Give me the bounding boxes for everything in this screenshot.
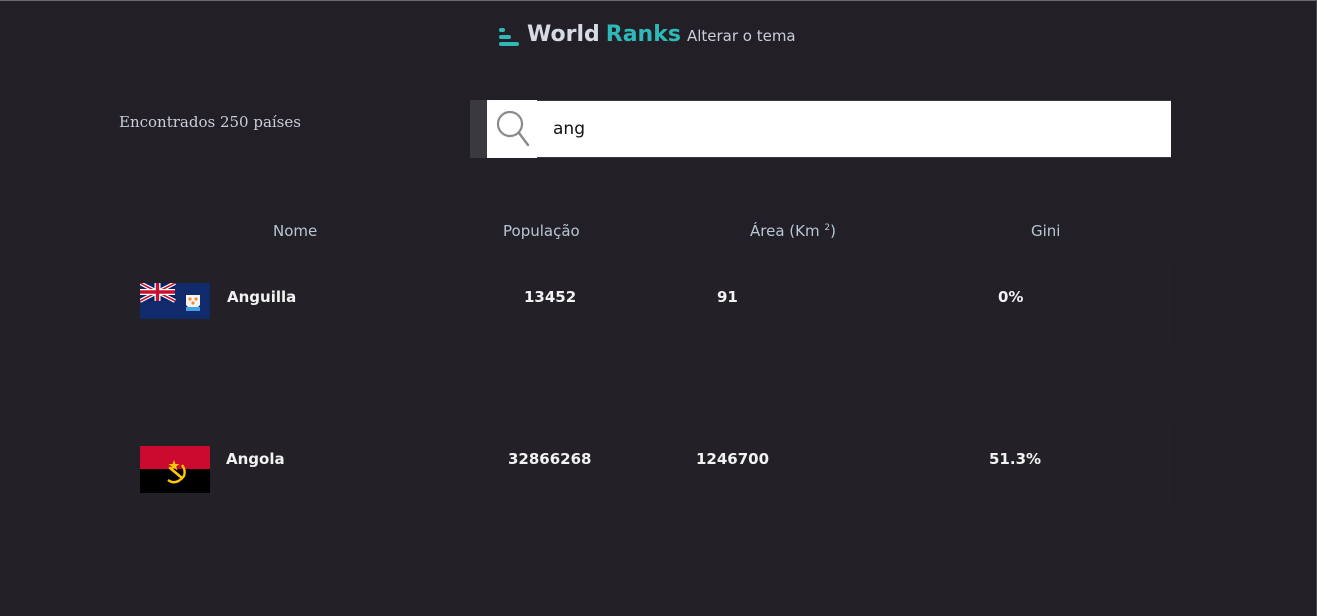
search-icon[interactable]	[487, 100, 537, 158]
column-header-gini[interactable]: Gini	[1031, 222, 1060, 240]
column-header-name[interactable]: Nome	[273, 222, 317, 240]
table-row[interactable]: Angola 32866268 1246700 51.3%	[119, 424, 1171, 510]
app-title-ranks: Ranks	[605, 22, 681, 47]
area-header-text: Área (Km	[750, 222, 820, 240]
window-top-border	[0, 0, 1317, 1]
country-gini: 51.3%	[989, 450, 1042, 468]
column-header-area[interactable]: Área (Km 2)	[750, 222, 836, 240]
country-gini: 0%	[998, 288, 1024, 306]
country-population: 13452	[524, 288, 577, 306]
theme-toggle-link[interactable]: Alterar o tema	[687, 27, 796, 45]
results-count: Encontrados 250 países	[119, 113, 301, 131]
app-header: World Ranks Alterar o tema	[497, 22, 796, 47]
country-area: 1246700	[696, 450, 770, 468]
search-input[interactable]	[537, 101, 1171, 157]
country-name: Anguilla	[227, 288, 297, 306]
app-title-world: World	[527, 22, 600, 47]
search-bar	[470, 100, 1171, 158]
angola-flag	[140, 446, 210, 493]
country-population: 32866268	[508, 450, 592, 468]
column-header-population[interactable]: População	[503, 222, 580, 240]
bar-chart-logo-icon	[497, 26, 521, 48]
country-area: 91	[717, 288, 738, 306]
anguilla-flag	[140, 283, 210, 319]
country-name: Angola	[226, 450, 285, 468]
table-row[interactable]: Anguilla 13452 91 0%	[119, 261, 1171, 347]
area-header-close: )	[830, 222, 836, 240]
